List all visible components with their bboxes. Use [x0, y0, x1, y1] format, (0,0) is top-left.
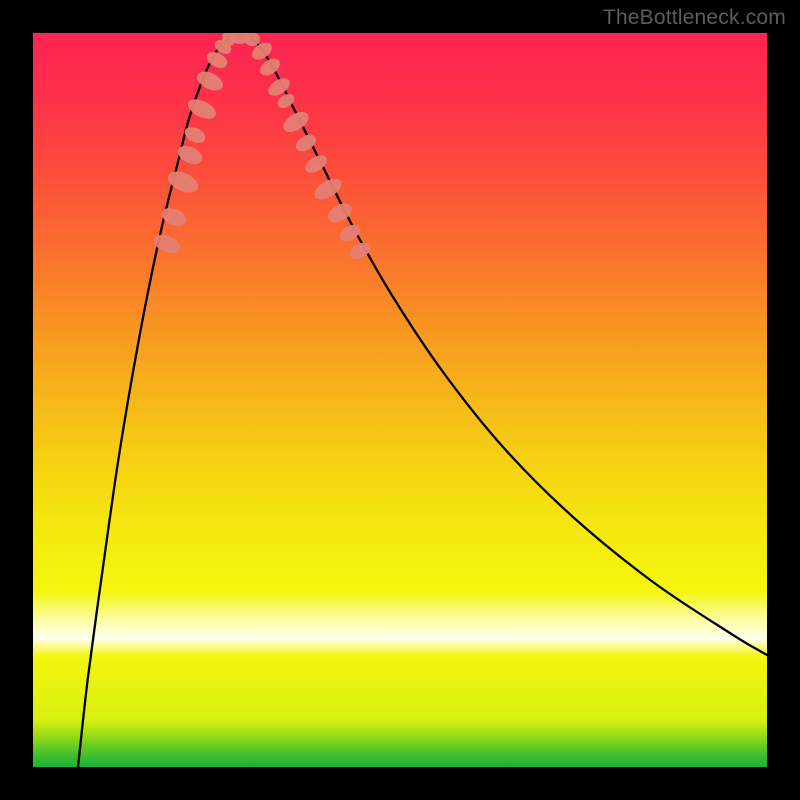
- bead: [347, 240, 373, 263]
- left-branch-curve: [78, 37, 229, 767]
- curve-layer: [33, 33, 767, 767]
- bead: [159, 204, 189, 229]
- bead-cluster: [151, 33, 373, 262]
- bead: [175, 142, 205, 168]
- watermark-text: TheBottleneck.com: [603, 6, 786, 30]
- bead: [337, 221, 363, 244]
- plot-frame: [33, 33, 767, 767]
- right-branch-curve: [251, 37, 767, 655]
